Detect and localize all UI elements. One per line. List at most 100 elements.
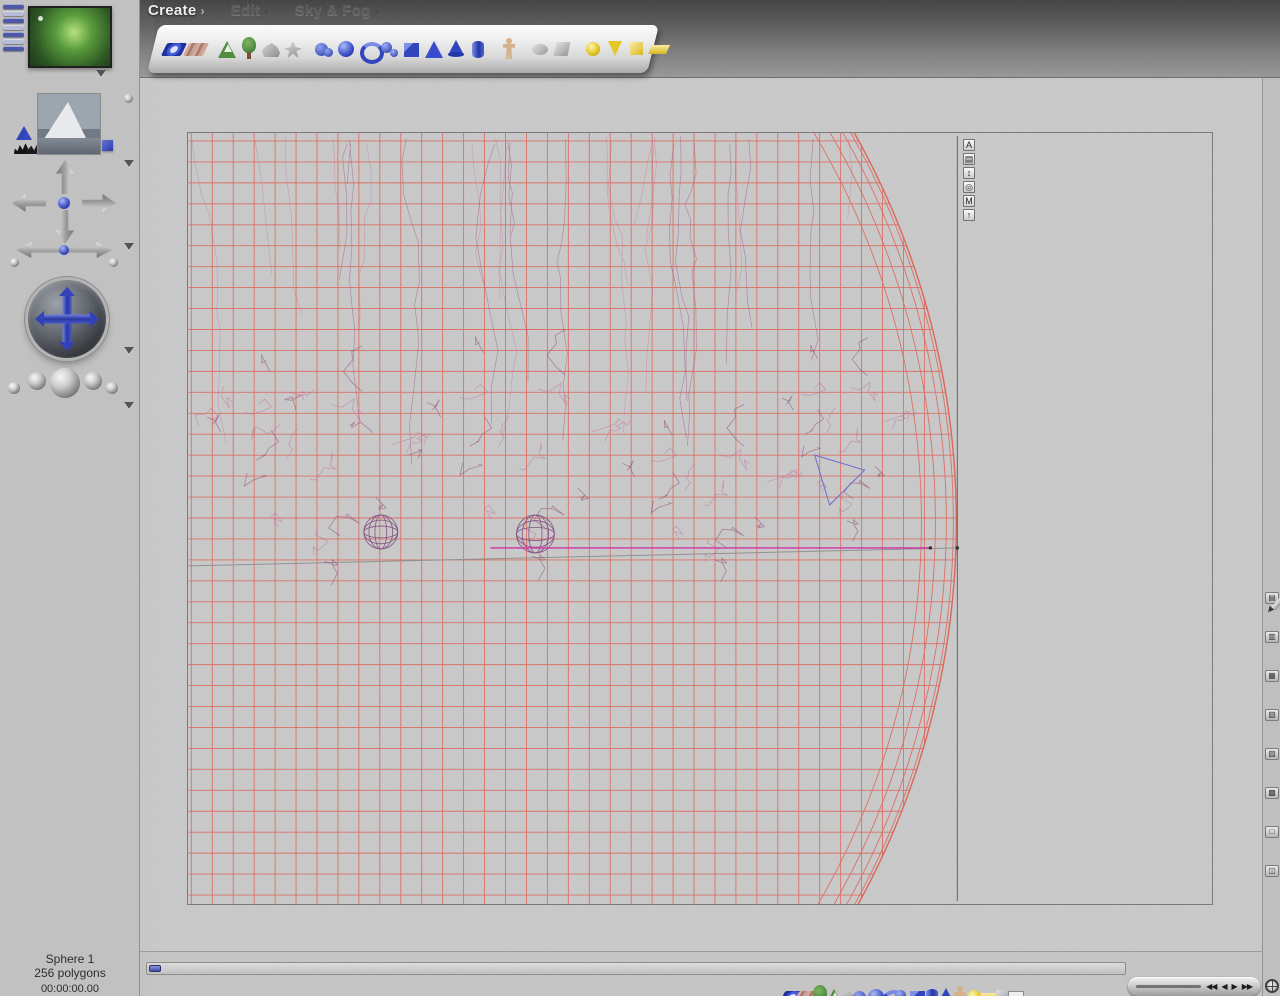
globe-icon[interactable]	[1265, 979, 1279, 993]
mini-square-2d-icon[interactable]	[991, 978, 1004, 996]
resize-button[interactable]: ↕	[963, 167, 975, 179]
terrain-triangle-icon[interactable]	[16, 126, 32, 140]
h-scrollbar-thumb[interactable]	[149, 965, 161, 972]
step-forward-button[interactable]: ▶▶	[1242, 982, 1253, 991]
nav-ball-right[interactable]	[109, 258, 118, 267]
mini-ground-icon[interactable]	[795, 978, 808, 996]
sphere-icon[interactable]	[335, 30, 357, 66]
square-spot-light-icon[interactable]	[626, 30, 648, 66]
terrain-icon[interactable]	[216, 30, 238, 66]
grid-tool-icon[interactable]: ▦	[1265, 670, 1279, 682]
mini-metaball-icon[interactable]	[851, 978, 864, 996]
mini-parallel-light-icon[interactable]	[977, 978, 990, 996]
mini-terrain-icon[interactable]	[823, 978, 836, 996]
thumbnail-options-triangle[interactable]	[96, 70, 106, 77]
preview-mode-bar-6[interactable]	[3, 39, 24, 44]
selection-controls: A ▤ ↕ ◎ M ↑	[963, 139, 975, 221]
nav-ball-left[interactable]	[10, 258, 19, 267]
frame-tool-icon[interactable]: □	[1265, 826, 1279, 838]
terrain-editor-preview[interactable]	[38, 94, 100, 154]
texture-tool-icon[interactable]: ▨	[1265, 748, 1279, 760]
timeline-slider[interactable]	[1136, 985, 1202, 988]
rotate-button[interactable]: ◎	[963, 181, 975, 193]
spot-light-icon[interactable]	[604, 30, 626, 66]
control-ball[interactable]	[124, 94, 133, 103]
rock-icon[interactable]	[260, 30, 282, 66]
mini-grid-icon[interactable]	[1005, 978, 1018, 996]
mini-cone-icon[interactable]	[935, 978, 948, 996]
parallel-light-icon[interactable]	[648, 30, 670, 66]
pyramid-icon[interactable]	[423, 30, 445, 66]
wireframe-frame[interactable]	[187, 132, 1213, 905]
preview-mode-bar-1[interactable]	[3, 4, 24, 9]
preview-mode-bar-5[interactable]	[3, 32, 24, 37]
step-back-button[interactable]: ◀	[1221, 982, 1227, 991]
mini-cylinder-icon[interactable]	[921, 978, 934, 996]
pattern-tool-icon[interactable]: ▩	[1265, 787, 1279, 799]
nav-expander-triangle[interactable]	[124, 243, 134, 250]
nav-arrow-left-icon[interactable]	[12, 194, 46, 212]
nav-arrow-down-icon[interactable]	[56, 210, 74, 244]
trackball-expander-triangle[interactable]	[124, 347, 134, 354]
disk-2d-icon[interactable]	[529, 30, 551, 66]
symmetrical-lattice-icon[interactable]	[282, 30, 304, 66]
preview-mode-bar-7[interactable]	[3, 46, 24, 51]
mini-sphere-icon[interactable]	[865, 978, 878, 996]
nav-arrow-up-icon[interactable]	[56, 160, 74, 194]
mini-torus-icon[interactable]	[879, 978, 892, 996]
preview-mode-bar-4[interactable]	[3, 25, 24, 30]
mini-multi-sphere-icon[interactable]	[893, 978, 906, 996]
mini-figure-icon[interactable]	[949, 978, 962, 996]
cylinder-icon[interactable]	[467, 30, 489, 66]
layers-tool-icon[interactable]: ▥	[1265, 631, 1279, 643]
menu-arrow-icon: ›	[200, 4, 205, 18]
menu-sky-fog[interactable]: Sky & Fog ›	[295, 2, 379, 19]
h-scrollbar[interactable]	[146, 962, 1126, 975]
list-button[interactable]: ▤	[963, 153, 975, 165]
play-button[interactable]: ▶	[1232, 982, 1238, 991]
nav-center-ball[interactable]	[58, 197, 70, 209]
metaball-icon[interactable]	[313, 30, 335, 66]
preview-sphere-3[interactable]	[50, 368, 80, 398]
mini-rock-icon[interactable]	[837, 978, 850, 996]
cone-icon[interactable]	[445, 30, 467, 66]
terrain-expander-triangle[interactable]	[124, 160, 134, 167]
preview-sphere-4[interactable]	[84, 372, 102, 390]
reposition-button[interactable]: ↑	[963, 209, 975, 221]
scene-preview-thumbnail[interactable]	[28, 6, 112, 68]
ground-plane-icon[interactable]	[185, 30, 207, 66]
cube-icon[interactable]	[401, 30, 423, 66]
attributes-button[interactable]: A	[963, 139, 975, 151]
water-plane-icon[interactable]	[163, 30, 185, 66]
radial-light-icon[interactable]	[582, 30, 604, 66]
mini-radial-light-icon[interactable]	[963, 978, 976, 996]
preview-sphere-2[interactable]	[28, 372, 46, 390]
menu-edit[interactable]: Edit ›	[231, 2, 269, 19]
mini-tree-icon[interactable]	[809, 978, 822, 996]
render-region-tool-icon[interactable]: ▧	[1265, 709, 1279, 721]
scene-canvas[interactable]	[188, 133, 1212, 904]
scene-viewport[interactable]	[140, 78, 1262, 951]
tree-icon[interactable]	[238, 30, 260, 66]
preview-mode-bar-3[interactable]	[3, 18, 24, 23]
material-button[interactable]: M	[963, 195, 975, 207]
torus-icon[interactable]	[357, 30, 379, 66]
nano-edit-pencil-icon[interactable]	[1264, 594, 1280, 616]
mini-cube-icon[interactable]	[907, 978, 920, 996]
panel-tool-icon[interactable]: ◫	[1265, 865, 1279, 877]
mini-water-icon[interactable]	[781, 978, 794, 996]
animation-transport: ◀◀ ◀ ▶ ▶▶	[1128, 977, 1260, 996]
preview-mode-bar-2[interactable]	[3, 11, 24, 16]
multi-sphere-icon[interactable]	[379, 30, 401, 66]
camera-trackball[interactable]	[28, 280, 106, 358]
terrain-square-icon[interactable]	[102, 140, 113, 151]
square-2d-icon[interactable]	[551, 30, 573, 66]
menu-create[interactable]: Create ›	[148, 2, 205, 19]
nav-arrow-right-icon[interactable]	[82, 194, 116, 212]
pan-center-ball[interactable]	[59, 245, 69, 255]
rewind-button[interactable]: ◀◀	[1206, 982, 1217, 991]
preview-sphere-1[interactable]	[8, 382, 20, 394]
figure-icon[interactable]	[498, 30, 520, 66]
preview-sphere-5[interactable]	[106, 382, 118, 394]
spheres-expander-triangle[interactable]	[124, 402, 134, 409]
